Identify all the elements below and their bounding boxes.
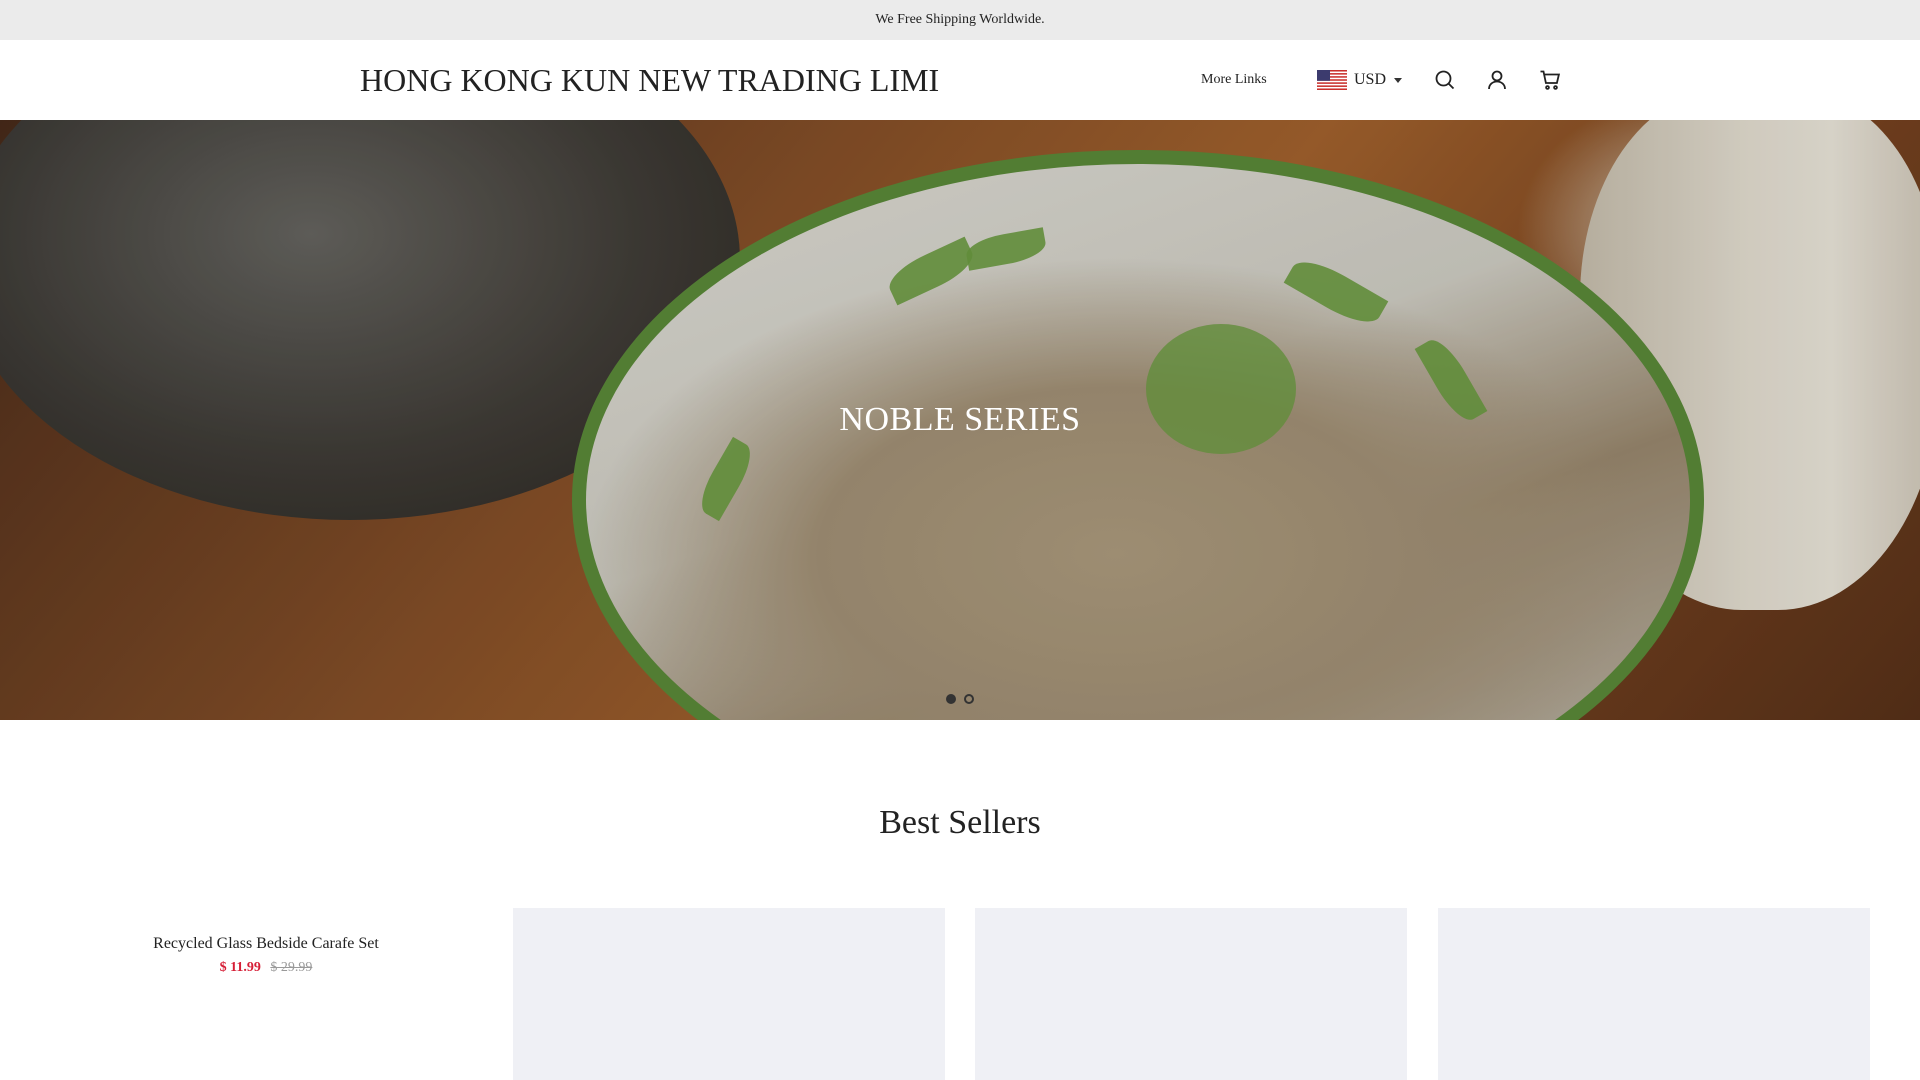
product-card[interactable]: Recycled Glass Bedside Carafe Set $ 11.9… (120, 932, 412, 978)
us-flag-icon (1317, 70, 1347, 90)
account-icon[interactable] (1485, 68, 1509, 92)
store-logo[interactable]: HONG KONG KUN NEW TRADING LIMI (360, 60, 939, 100)
slide-dot-2[interactable] (964, 694, 974, 704)
currency-code: USD (1354, 71, 1387, 88)
best-sellers-title: Best Sellers (879, 804, 1041, 841)
product-image-placeholder[interactable] (975, 908, 1407, 1080)
cart-icon[interactable] (1538, 68, 1562, 92)
compare-at-price: $ 29.99 (270, 960, 313, 975)
announcement-text: We Free Shipping Worldwide. (875, 12, 1045, 27)
slider-pagination (946, 694, 974, 704)
search-icon[interactable] (1433, 68, 1457, 92)
chevron-down-icon (1394, 77, 1403, 83)
currency-selector[interactable]: USD (1317, 68, 1403, 92)
product-name[interactable]: Recycled Glass Bedside Carafe Set (120, 932, 412, 956)
hero-banner[interactable]: NOBLE SERIES (0, 120, 1920, 720)
sale-price: $ 11.99 (219, 960, 261, 975)
more-links-menu[interactable]: More Links (1201, 70, 1267, 90)
hero-title: NOBLE SERIES (839, 401, 1081, 438)
product-price-row: $ 11.99 $ 29.99 (120, 958, 412, 978)
product-image-placeholder[interactable] (513, 908, 945, 1080)
slide-dot-1[interactable] (946, 694, 956, 704)
product-image-placeholder[interactable] (1438, 908, 1870, 1080)
announcement-bar: We Free Shipping Worldwide. (0, 0, 1920, 40)
site-header: HONG KONG KUN NEW TRADING LIMI More Link… (0, 40, 1920, 120)
